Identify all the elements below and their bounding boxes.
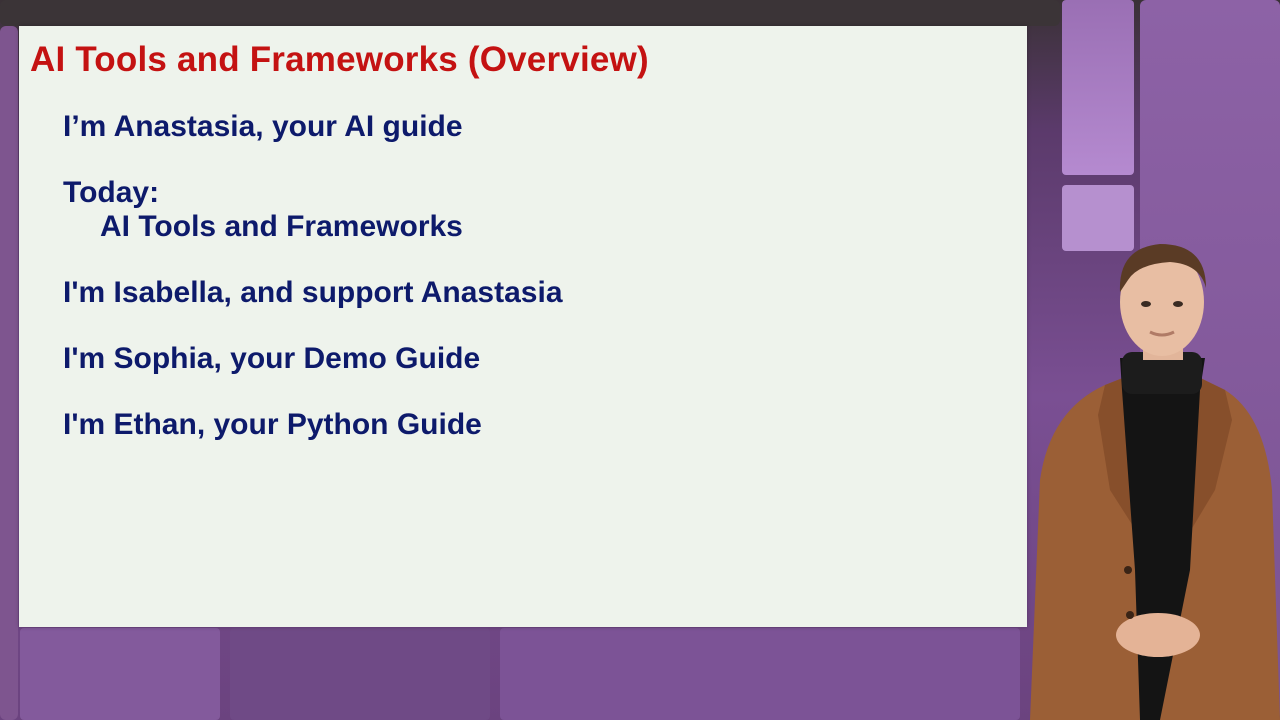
slide-line-intro: I’m Anastasia, your AI guide [63,110,463,143]
background-bottom-block-3 [500,628,1020,720]
slide-line-sophia: I'm Sophia, your Demo Guide [63,342,481,375]
background-bottom-block-1 [20,628,220,720]
presentation-slide: AI Tools and Frameworks (Overview) I’m A… [19,26,1027,627]
slide-line-today: Today: [63,176,160,209]
slide-line-topic: AI Tools and Frameworks [100,210,463,243]
presenter-figure [1030,244,1280,720]
background-bottom-block-2 [230,628,490,720]
slide-line-ethan: I'm Ethan, your Python Guide [63,408,482,441]
slide-line-isabella: I'm Isabella, and support Anastasia [63,276,563,309]
background-block-upper [1062,0,1134,175]
presenter-button-2 [1126,611,1134,619]
presenter-eye-right [1173,301,1183,307]
background-left-strip [0,26,18,720]
presenter-button-1 [1124,566,1132,574]
presenter-hands [1116,613,1200,657]
presenter-eye-left [1141,301,1151,307]
background-top-band [0,0,1060,26]
slide-title: AI Tools and Frameworks (Overview) [30,40,649,79]
